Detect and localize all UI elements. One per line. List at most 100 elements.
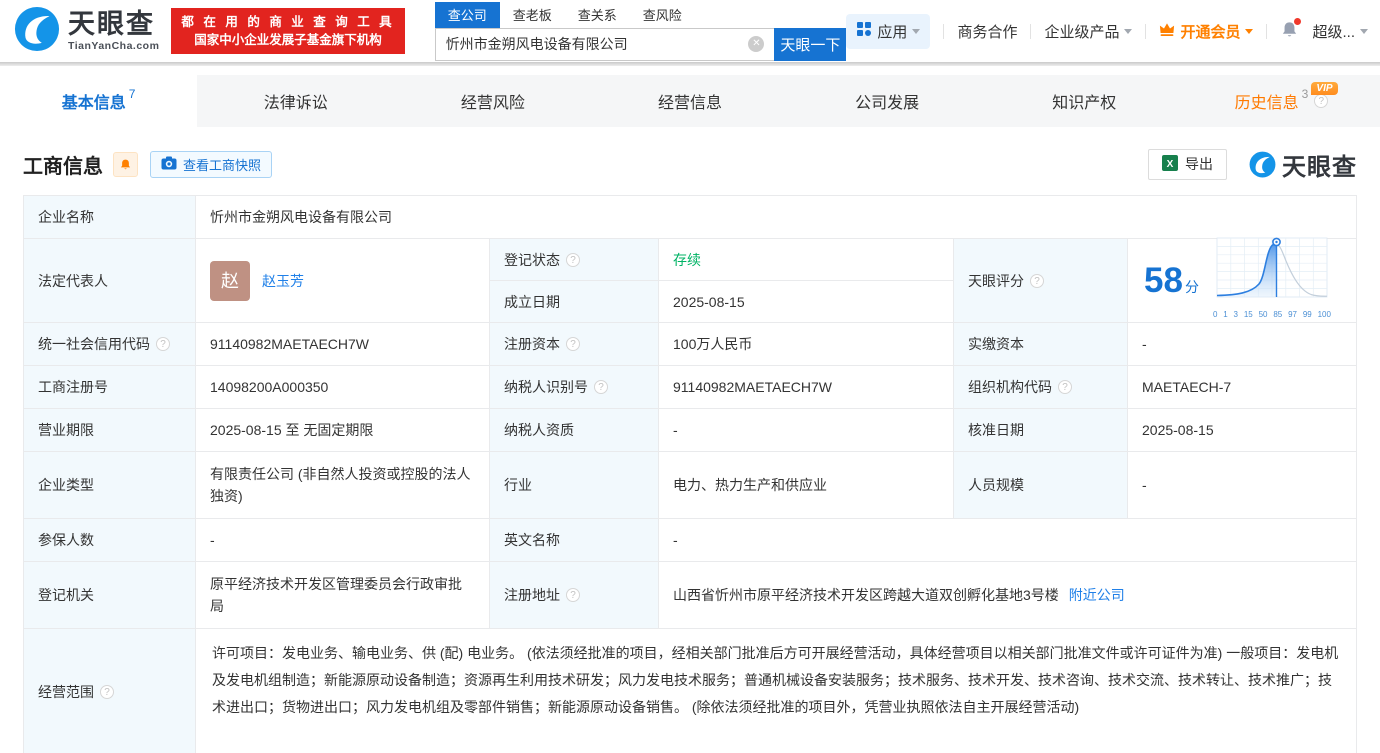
- score-distribution-chart: 0131550859799100: [1213, 235, 1331, 326]
- field-label: 统一社会信用代码: [24, 323, 196, 366]
- field-label: 注册资本: [490, 323, 659, 366]
- snapshot-button[interactable]: 查看工商快照: [150, 151, 272, 178]
- excel-icon: X: [1162, 155, 1178, 174]
- field-label: 实缴资本: [954, 323, 1128, 366]
- reg-no-value: 14098200A000350: [196, 366, 490, 409]
- legal-rep-link[interactable]: 赵玉芳: [262, 270, 304, 292]
- tab-history-info[interactable]: VIP 历史信息 3: [1183, 75, 1380, 127]
- section-title: 工商信息: [23, 150, 103, 179]
- help-icon[interactable]: [156, 337, 170, 351]
- field-label: 纳税人资质: [490, 409, 659, 452]
- header-nav: 应用 商务合作 企业级产品 开通会员 超级...: [846, 14, 1368, 49]
- snapshot-button-label: 查看工商快照: [183, 155, 261, 174]
- field-label: 注册地址: [490, 562, 659, 629]
- field-label-text: 统一社会信用代码: [38, 333, 150, 355]
- reg-address-cell: 山西省忻州市原平经济技术开发区跨越大道双创孵化基地3号楼 附近公司: [659, 562, 1356, 629]
- reg-address-value: 山西省忻州市原平经济技术开发区跨越大道双创孵化基地3号楼: [673, 584, 1059, 606]
- search-tab-risk[interactable]: 查风险: [630, 2, 695, 28]
- export-button[interactable]: X 导出: [1148, 149, 1227, 180]
- apps-grid-icon: [856, 21, 872, 41]
- help-icon[interactable]: [566, 253, 580, 267]
- field-label-text: 经营范围: [38, 681, 94, 703]
- org-code-value: MAETAECH-7: [1128, 366, 1356, 409]
- staff-size-value: -: [1128, 452, 1356, 519]
- tab-business-info[interactable]: 经营信息: [591, 75, 788, 127]
- chevron-down-icon: [1245, 29, 1253, 34]
- nav-apps[interactable]: 应用: [846, 14, 930, 49]
- promo-banner[interactable]: 都 在 用 的 商 业 查 询 工 具 国家中小企业发展子基金旗下机构: [171, 8, 404, 54]
- svg-text:X: X: [1167, 159, 1174, 170]
- tab-label: 公司发展: [855, 89, 919, 113]
- legal-rep-cell: 赵 赵玉芳: [196, 239, 490, 323]
- paid-capital-value: -: [1128, 323, 1356, 366]
- help-icon[interactable]: [594, 380, 608, 394]
- notification-bell-icon[interactable]: [1280, 20, 1299, 43]
- taxpayer-id-value: 91140982MAETAECH7W: [659, 366, 954, 409]
- help-icon[interactable]: [566, 588, 580, 602]
- field-label-text: 注册地址: [504, 584, 560, 606]
- promo-banner-line1: 都 在 用 的 商 业 查 询 工 具: [181, 13, 394, 31]
- search-area: 查公司 查老板 查关系 查风险 忻州市金朔风电设备有限公司 天眼一下: [435, 2, 847, 61]
- field-label: 英文名称: [490, 519, 659, 562]
- nav-user-account[interactable]: 超级...: [1312, 21, 1368, 42]
- business-scope-value: 许可项目：发电业务、输电业务、供 (配) 电业务。 (依法须经批准的项目，经相关…: [196, 629, 1356, 753]
- help-icon[interactable]: [100, 685, 114, 699]
- field-label: 组织机构代码: [954, 366, 1128, 409]
- search-input[interactable]: 忻州市金朔风电设备有限公司: [435, 28, 775, 61]
- search-tab-relation[interactable]: 查关系: [565, 2, 630, 28]
- divider: [1145, 24, 1146, 39]
- search-tabs: 查公司 查老板 查关系 查风险: [435, 2, 847, 28]
- uscc-value: 91140982MAETAECH7W: [196, 323, 490, 366]
- divider: [1030, 24, 1031, 39]
- tab-label: 经营风险: [461, 89, 525, 113]
- nearby-companies-link[interactable]: 附近公司: [1069, 584, 1125, 606]
- industry-value: 电力、热力生产和供应业: [659, 452, 954, 519]
- tab-label: 历史信息: [1235, 89, 1299, 113]
- company-type-value: 有限责任公司 (非自然人投资或控股的法人独资): [196, 452, 490, 519]
- watermark-logo: 天眼查: [1249, 147, 1357, 182]
- nav-open-vip[interactable]: 开通会员: [1159, 21, 1253, 42]
- reg-authority-value: 原平经济技术开发区管理委员会行政审批局: [196, 562, 490, 629]
- chevron-down-icon: [1360, 29, 1368, 34]
- nav-business-cooperation[interactable]: 商务合作: [957, 21, 1017, 42]
- tab-label: 法律诉讼: [264, 89, 328, 113]
- brand-domain: TianYanCha.com: [68, 41, 159, 52]
- tab-count: 3: [1302, 87, 1309, 101]
- field-label: 行业: [490, 452, 659, 519]
- reg-capital-value: 100万人民币: [659, 323, 954, 366]
- help-icon[interactable]: [1058, 380, 1072, 394]
- field-label-text: 纳税人识别号: [504, 376, 588, 398]
- section-header: 工商信息 查看工商快照 X 导出 天眼查: [0, 127, 1380, 195]
- tab-company-development[interactable]: 公司发展: [789, 75, 986, 127]
- tab-operational-risk[interactable]: 经营风险: [394, 75, 591, 127]
- field-label-text: 登记状态: [504, 249, 560, 271]
- chevron-down-icon: [912, 29, 920, 34]
- tab-label: 知识产权: [1052, 89, 1116, 113]
- tianyancha-logo[interactable]: 天眼查 TianYanCha.com: [14, 6, 159, 57]
- help-icon[interactable]: [566, 337, 580, 351]
- search-input-value: 忻州市金朔风电设备有限公司: [446, 34, 749, 54]
- clear-search-icon[interactable]: [748, 36, 764, 52]
- field-label-text: 天眼评分: [968, 270, 1024, 292]
- tab-intellectual-property[interactable]: 知识产权: [986, 75, 1183, 127]
- tab-legal-litigation[interactable]: 法律诉讼: [197, 75, 394, 127]
- camera-icon: [161, 156, 177, 173]
- tab-basic-info[interactable]: 基本信息 7: [0, 75, 197, 127]
- help-icon[interactable]: [1314, 94, 1328, 108]
- subscribe-bell-button[interactable]: [113, 152, 138, 177]
- field-label: 法定代表人: [24, 239, 196, 323]
- search-button[interactable]: 天眼一下: [774, 28, 846, 61]
- search-tab-boss[interactable]: 查老板: [500, 2, 565, 28]
- company-name-value: 忻州市金朔风电设备有限公司: [196, 196, 1356, 239]
- company-tabbar: 基本信息 7 法律诉讼 经营风险 经营信息 公司发展 知识产权 VIP 历史信息…: [0, 75, 1380, 127]
- search-tab-company[interactable]: 查公司: [435, 2, 500, 28]
- export-button-label: 导出: [1185, 154, 1213, 174]
- nav-enterprise-products[interactable]: 企业级产品: [1044, 21, 1132, 42]
- avatar[interactable]: 赵: [210, 261, 250, 301]
- notification-dot: [1294, 18, 1301, 25]
- watermark-text: 天眼查: [1282, 147, 1357, 182]
- nav-user-label: 超级...: [1312, 21, 1355, 42]
- help-icon[interactable]: [1030, 274, 1044, 288]
- est-date-value: 2025-08-15: [659, 281, 954, 323]
- crown-icon: [1159, 22, 1175, 41]
